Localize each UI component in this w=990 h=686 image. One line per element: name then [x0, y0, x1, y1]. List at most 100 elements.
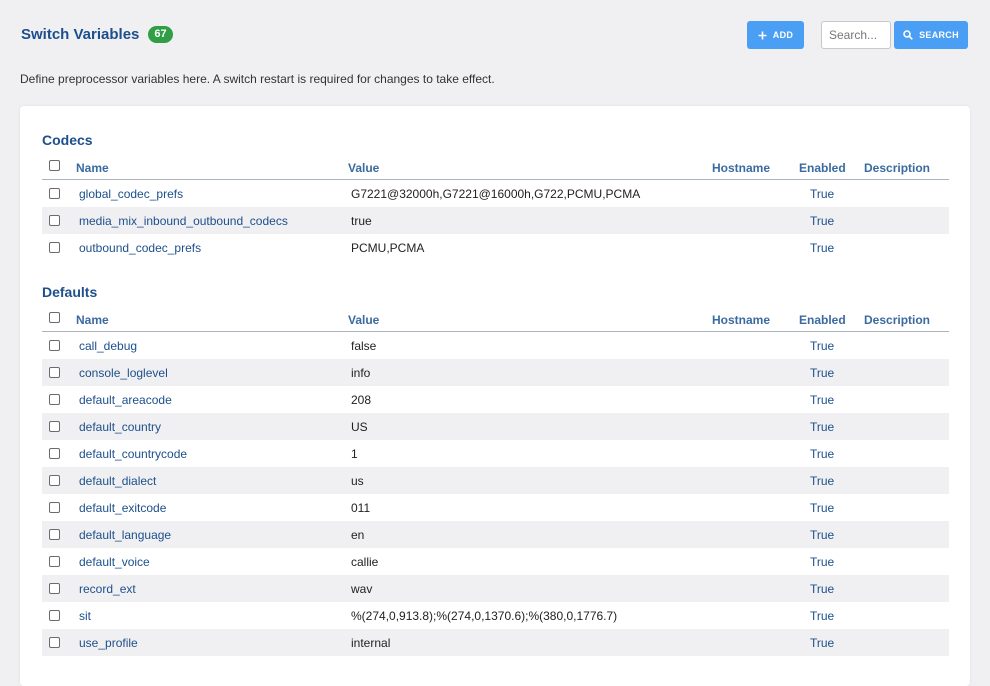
row-checkbox[interactable]	[49, 340, 60, 351]
enabled-toggle-link[interactable]: True	[810, 366, 834, 380]
search-icon	[903, 30, 913, 40]
variable-value: callie	[351, 555, 379, 569]
variable-name-link[interactable]: global_codec_prefs	[79, 187, 183, 201]
page-header: Switch Variables 67	[21, 26, 173, 43]
row-checkbox[interactable]	[49, 556, 60, 567]
enabled-toggle-link[interactable]: True	[810, 582, 834, 596]
variable-value: 208	[351, 393, 372, 407]
variable-name-link[interactable]: use_profile	[79, 636, 138, 650]
variable-name-link[interactable]: media_mix_inbound_outbound_codecs	[79, 214, 288, 228]
plus-icon	[758, 31, 767, 39]
variable-name-link[interactable]: default_areacode	[79, 393, 172, 407]
variable-value: info	[351, 366, 371, 380]
row-checkbox[interactable]	[49, 637, 60, 648]
variable-value: false	[351, 339, 377, 353]
table-row[interactable]: outbound_codec_prefs PCMU,PCMA True	[42, 234, 949, 261]
column-header-enabled[interactable]: Enabled	[799, 161, 846, 175]
row-checkbox[interactable]	[49, 529, 60, 540]
table-row[interactable]: default_areacode 208 True	[42, 386, 949, 413]
column-header-name[interactable]: Name	[76, 313, 109, 327]
variable-value: US	[351, 420, 368, 434]
enabled-toggle-link[interactable]: True	[810, 214, 834, 228]
variable-name-link[interactable]: console_loglevel	[79, 366, 168, 380]
variable-value: 011	[351, 501, 371, 515]
table-header: Name Value Hostname Enabled Description	[42, 157, 949, 180]
page-description: Define preprocessor variables here. A sw…	[20, 72, 495, 86]
table-header: Name Value Hostname Enabled Description	[42, 309, 949, 332]
variables-card: Codecs Name Value Hostname Enabled Descriptio…	[20, 106, 970, 686]
enabled-toggle-link[interactable]: True	[810, 187, 834, 201]
enabled-toggle-link[interactable]: True	[810, 501, 834, 515]
row-checkbox[interactable]	[49, 367, 60, 378]
enabled-toggle-link[interactable]: True	[810, 474, 834, 488]
column-header-hostname[interactable]: Hostname	[712, 313, 770, 327]
table-row[interactable]: default_dialect us True	[42, 467, 949, 494]
select-all-checkbox[interactable]	[49, 160, 60, 171]
table-row[interactable]: default_country US True	[42, 413, 949, 440]
row-checkbox[interactable]	[49, 421, 60, 432]
variable-name-link[interactable]: default_country	[79, 420, 161, 434]
table-row[interactable]: sit %(274,0,913.8);%(274,0,1370.6);%(380,…	[42, 602, 949, 629]
variable-name-link[interactable]: sit	[79, 609, 91, 623]
variable-value: true	[351, 214, 372, 228]
column-header-value[interactable]: Value	[348, 313, 379, 327]
row-checkbox[interactable]	[49, 475, 60, 486]
enabled-toggle-link[interactable]: True	[810, 528, 834, 542]
table-row[interactable]: default_exitcode 011 True	[42, 494, 949, 521]
row-checkbox[interactable]	[49, 448, 60, 459]
select-all-checkbox[interactable]	[49, 312, 60, 323]
variable-name-link[interactable]: record_ext	[79, 582, 136, 596]
column-header-description[interactable]: Description	[864, 313, 930, 327]
column-header-value[interactable]: Value	[348, 161, 379, 175]
enabled-toggle-link[interactable]: True	[810, 609, 834, 623]
variable-name-link[interactable]: default_dialect	[79, 474, 156, 488]
row-checkbox[interactable]	[49, 215, 60, 226]
enabled-toggle-link[interactable]: True	[810, 420, 834, 434]
table-row[interactable]: default_voice callie True	[42, 548, 949, 575]
column-header-enabled[interactable]: Enabled	[799, 313, 846, 327]
variable-name-link[interactable]: default_exitcode	[79, 501, 166, 515]
row-checkbox[interactable]	[49, 583, 60, 594]
variable-name-link[interactable]: default_language	[79, 528, 171, 542]
table-row[interactable]: default_language en True	[42, 521, 949, 548]
section-title-defaults: Defaults	[42, 284, 98, 300]
variable-value: G7221@32000h,G7221@16000h,G722,PCMU,PCMA	[351, 187, 641, 201]
variable-name-link[interactable]: default_voice	[79, 555, 150, 569]
search-input[interactable]	[821, 21, 891, 49]
table-row[interactable]: console_loglevel info True	[42, 359, 949, 386]
enabled-toggle-link[interactable]: True	[810, 447, 834, 461]
search-button[interactable]: SEARCH	[894, 21, 968, 49]
page-title: Switch Variables	[21, 26, 140, 43]
row-checkbox[interactable]	[49, 242, 60, 253]
add-button[interactable]: ADD	[747, 21, 804, 49]
column-header-hostname[interactable]: Hostname	[712, 161, 770, 175]
table-row[interactable]: call_debug false True	[42, 332, 949, 359]
row-checkbox[interactable]	[49, 394, 60, 405]
row-checkbox[interactable]	[49, 188, 60, 199]
table-row[interactable]: media_mix_inbound_outbound_codecs true Tru…	[42, 207, 949, 234]
variable-value: internal	[351, 636, 391, 650]
row-checkbox[interactable]	[49, 610, 60, 621]
variable-value: wav	[351, 582, 373, 596]
search-button-label: SEARCH	[919, 30, 959, 40]
table-row[interactable]: use_profile internal True	[42, 629, 949, 656]
variable-value: PCMU,PCMA	[351, 241, 425, 255]
enabled-toggle-link[interactable]: True	[810, 241, 834, 255]
column-header-description[interactable]: Description	[864, 161, 930, 175]
table-row[interactable]: default_countrycode 1 True	[42, 440, 949, 467]
column-header-name[interactable]: Name	[76, 161, 109, 175]
variable-name-link[interactable]: outbound_codec_prefs	[79, 241, 201, 255]
row-checkbox[interactable]	[49, 502, 60, 513]
table-row[interactable]: global_codec_prefs G7221@32000h,G7221@160…	[42, 180, 949, 207]
variable-name-link[interactable]: default_countrycode	[79, 447, 187, 461]
table-row[interactable]: record_ext wav True	[42, 575, 949, 602]
enabled-toggle-link[interactable]: True	[810, 393, 834, 407]
enabled-toggle-link[interactable]: True	[810, 555, 834, 569]
enabled-toggle-link[interactable]: True	[810, 636, 834, 650]
variable-value: 1	[351, 447, 358, 461]
enabled-toggle-link[interactable]: True	[810, 339, 834, 353]
variable-value: us	[351, 474, 364, 488]
variable-name-link[interactable]: call_debug	[79, 339, 137, 353]
variable-value: %(274,0,913.8);%(274,0,1370.6);%(380,0,1…	[351, 609, 618, 623]
section-title-codecs: Codecs	[42, 132, 93, 148]
